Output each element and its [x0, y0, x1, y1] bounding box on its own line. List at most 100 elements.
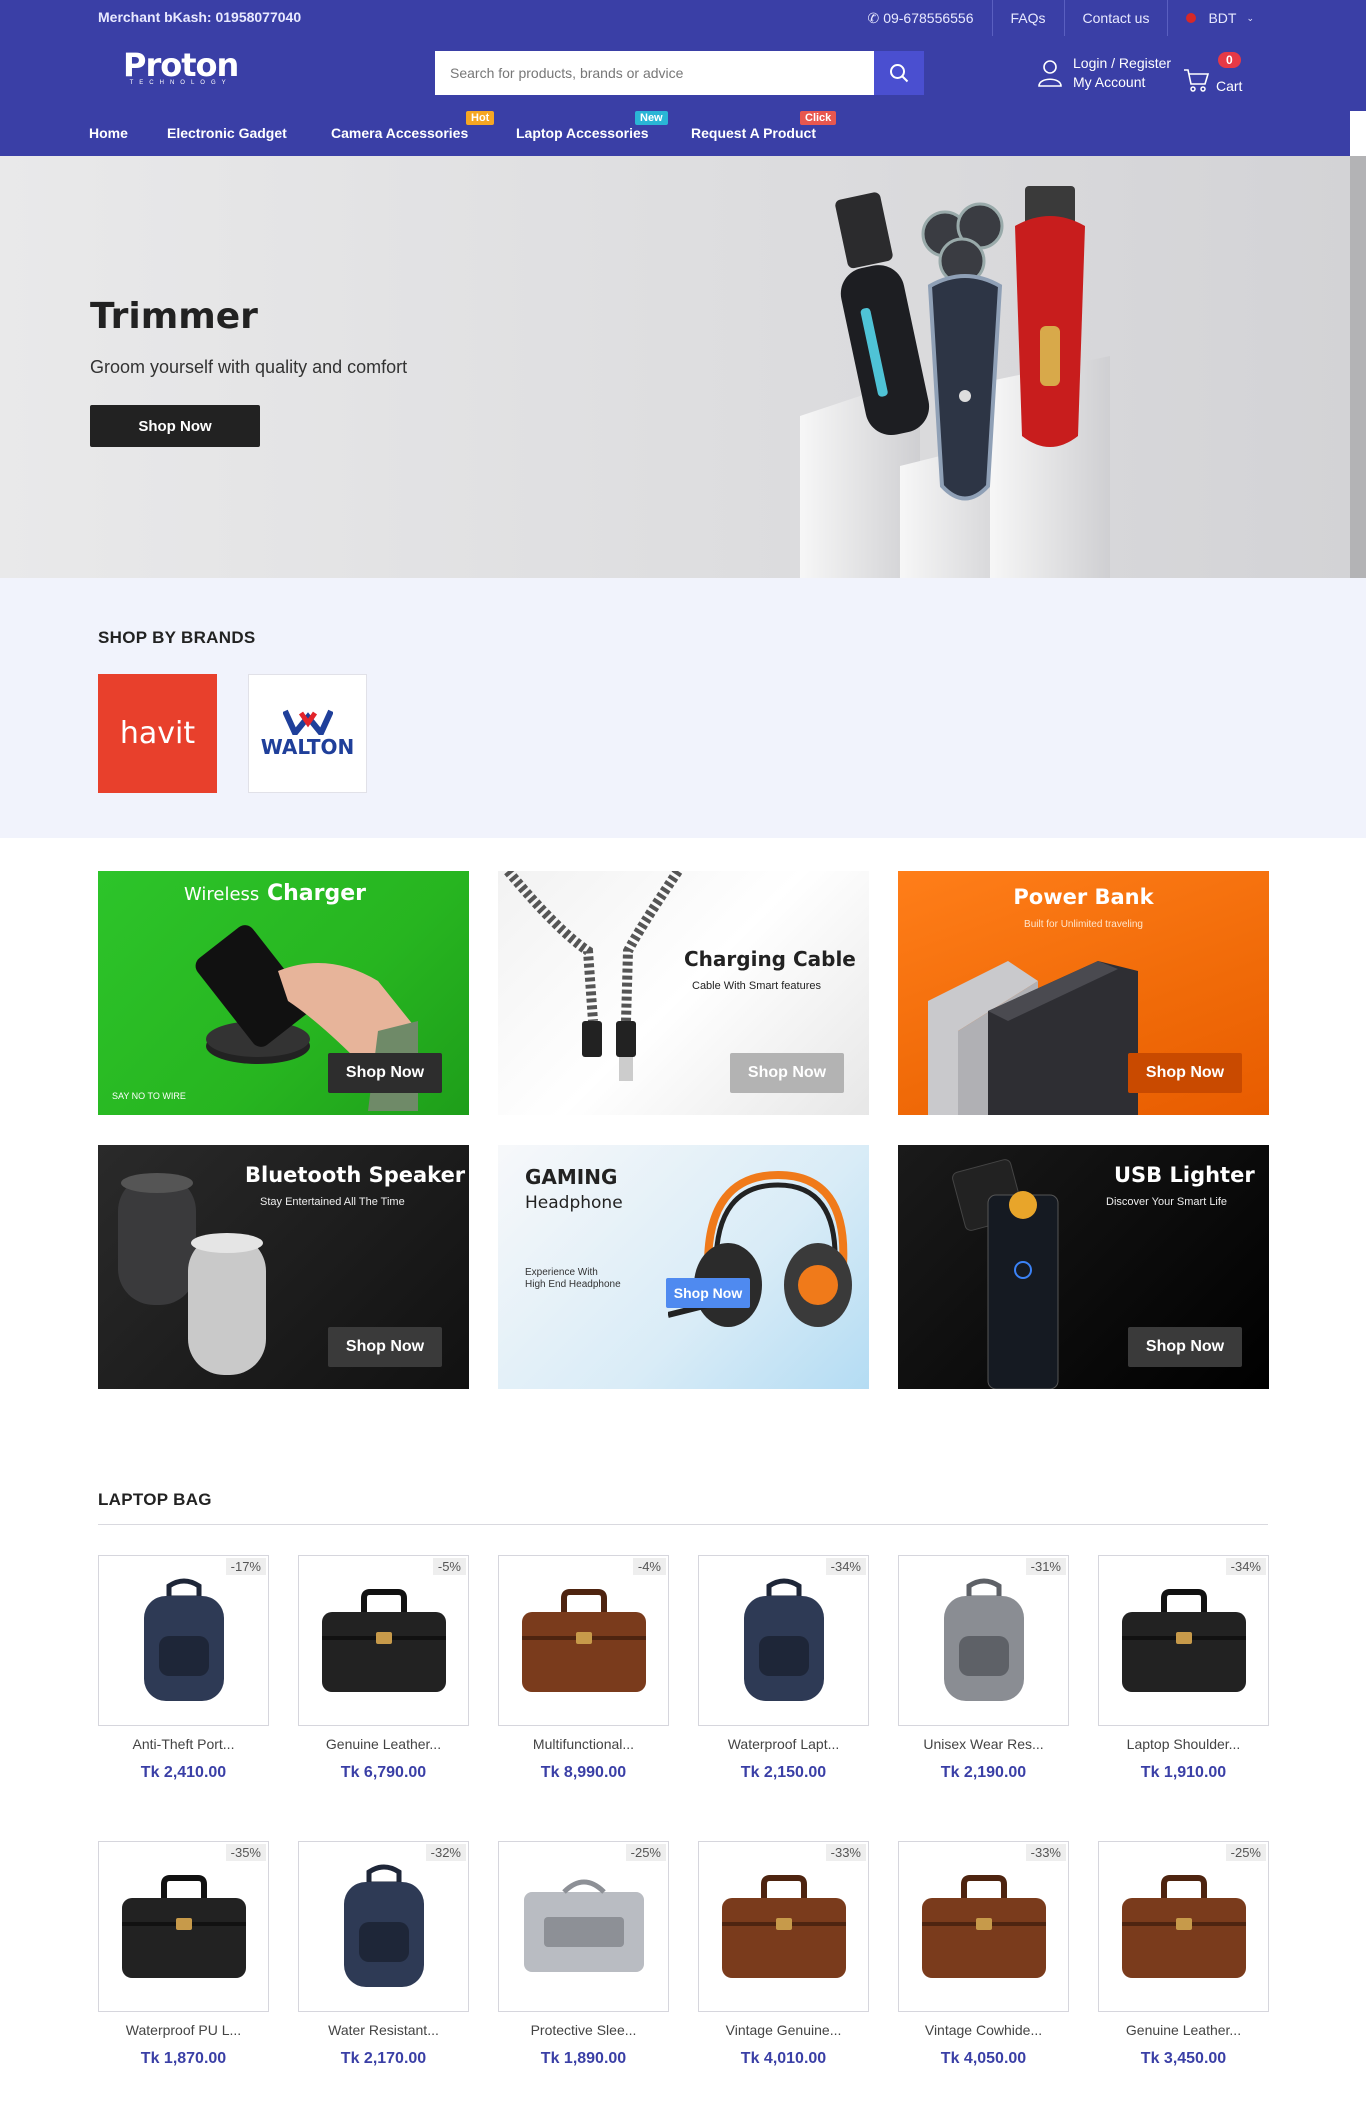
banner-shop-button[interactable]: Shop Now [1128, 1053, 1242, 1093]
brand-havit[interactable]: havit [98, 674, 217, 793]
banner-title: Charging Cable [684, 947, 856, 971]
product-price: Tk 2,410.00 [140, 1764, 227, 1781]
trimmer-products-image [800, 186, 1110, 578]
phone-link[interactable]: ✆ 09-678556556 [849, 0, 991, 36]
product-name[interactable]: Water Resistant... [298, 2022, 469, 2038]
banner-bluetooth-speaker[interactable]: Bluetooth Speaker Stay Entertained All T… [98, 1145, 469, 1389]
product-name[interactable]: Vintage Genuine... [698, 2022, 869, 2038]
product-price: Tk 3,450.00 [1140, 2050, 1227, 2067]
product-card[interactable]: -25% Protective Slee... Tk 1,890.00 [498, 1841, 669, 2068]
product-image[interactable]: -34% [698, 1555, 869, 1726]
currency-selector[interactable]: BDT ⌄ [1167, 0, 1272, 36]
hero-shop-button[interactable]: Shop Now [90, 405, 260, 447]
product-image[interactable]: -5% [298, 1555, 469, 1726]
banner-shop-button[interactable]: Shop Now [730, 1053, 844, 1093]
product-card[interactable]: -5% Genuine Leather... Tk 6,790.00 [298, 1555, 469, 1782]
product-card[interactable]: -34% Waterproof Lapt... Tk 2,150.00 [698, 1555, 869, 1782]
banner-gaming-headphone[interactable]: GAMING Headphone Experience With High En… [498, 1145, 869, 1389]
product-name[interactable]: Vintage Cowhide... [898, 2022, 1069, 2038]
banner-shop-button[interactable]: Shop Now [328, 1053, 442, 1093]
product-card[interactable]: -17% Anti-Theft Port... Tk 2,410.00 [98, 1555, 269, 1782]
product-card[interactable]: -33% Vintage Cowhide... Tk 4,050.00 [898, 1841, 1069, 2068]
product-price: Tk 8,990.00 [540, 1764, 627, 1781]
product-name[interactable]: Waterproof Lapt... [698, 1736, 869, 1752]
product-card[interactable]: -35% Waterproof PU L... Tk 1,870.00 [98, 1841, 269, 2068]
nav-camera-accessories[interactable]: Hot Camera Accessories [331, 111, 495, 141]
discount-badge: -33% [1025, 1844, 1066, 1861]
search-input[interactable] [435, 51, 874, 95]
discount-badge: -25% [625, 1844, 666, 1861]
site-header: Proton TECHNOLOGY Login / Register My Ac… [0, 36, 1366, 111]
account-link[interactable]: Login / Register My Account [1037, 54, 1171, 92]
product-name[interactable]: Genuine Leather... [1098, 2022, 1269, 2038]
sleeve-icon [523, 1879, 644, 1972]
banner-title: GAMING [525, 1165, 618, 1189]
product-image[interactable]: -25% [498, 1841, 669, 2012]
faqs-link[interactable]: FAQs [991, 0, 1064, 36]
phone-number: 09-678556556 [883, 10, 974, 26]
nav-request-product[interactable]: Click Request A Product [691, 111, 837, 141]
banner-note: SAY NO TO WIRE [112, 1091, 186, 1101]
banner-shop-button[interactable]: Shop Now [666, 1278, 750, 1308]
currency-label: BDT [1208, 10, 1237, 26]
product-image[interactable]: -35% [98, 1841, 269, 2012]
backpack-icon [143, 1578, 224, 1701]
search-button[interactable] [874, 51, 924, 95]
product-image[interactable]: -4% [498, 1555, 669, 1726]
product-card[interactable]: -31% Unisex Wear Res... Tk 2,190.00 [898, 1555, 1069, 1782]
backpack-icon [743, 1578, 824, 1701]
headphone-image [668, 1170, 852, 1327]
banner-power-bank[interactable]: Power Bank Built for Unlimited traveling… [898, 871, 1269, 1115]
product-image[interactable]: -34% [1098, 1555, 1269, 1726]
product-image[interactable]: -25% [1098, 1841, 1269, 2012]
nav-home[interactable]: Home [89, 125, 128, 141]
havit-logo: havit [119, 716, 196, 751]
banner-title-light: Wireless [184, 884, 260, 905]
brand-walton[interactable]: WALTON [248, 674, 367, 793]
nav-laptop-accessories[interactable]: New Laptop Accessories [516, 111, 668, 141]
product-name[interactable]: Protective Slee... [498, 2022, 669, 2038]
product-image[interactable]: -32% [298, 1841, 469, 2012]
product-card[interactable]: -4% Multifunctional... Tk 8,990.00 [498, 1555, 669, 1782]
product-name[interactable]: Genuine Leather... [298, 1736, 469, 1752]
banner-usb-lighter[interactable]: USB Lighter Discover Your Smart Life Sho… [898, 1145, 1269, 1389]
product-card[interactable]: -33% Vintage Genuine... Tk 4,010.00 [698, 1841, 869, 2068]
product-name[interactable]: Multifunctional... [498, 1736, 669, 1752]
product-image[interactable]: -33% [898, 1841, 1069, 2012]
product-image[interactable]: -33% [698, 1841, 869, 2012]
nav-electronic-gadget[interactable]: Electronic Gadget [167, 125, 287, 141]
product-card[interactable]: -32% Water Resistant... Tk 2,170.00 [298, 1841, 469, 2068]
briefcase-icon [1121, 1874, 1246, 1978]
banner-shop-button[interactable]: Shop Now [1128, 1327, 1242, 1367]
usb-lighter-image [952, 1159, 1059, 1389]
backpack-icon [943, 1578, 1024, 1701]
product-image[interactable]: -17% [98, 1555, 269, 1726]
banner-title: Power Bank [1013, 885, 1154, 909]
product-image[interactable]: -31% [898, 1555, 1069, 1726]
cart-button[interactable]: 0 Cart [1182, 52, 1242, 94]
product-price: Tk 6,790.00 [340, 1764, 427, 1781]
banner-subtitle: Stay Entertained All The Time [260, 1196, 405, 1208]
product-card[interactable]: -25% Genuine Leather... Tk 3,450.00 [1098, 1841, 1269, 2068]
contact-link[interactable]: Contact us [1063, 0, 1168, 36]
page-scrollbar[interactable] [1350, 156, 1366, 578]
banner-shop-button[interactable]: Shop Now [328, 1327, 442, 1367]
chevron-down-icon: ⌄ [1246, 12, 1254, 23]
nav-label: Request A Product [691, 125, 816, 141]
walton-logo-icon [282, 709, 333, 735]
product-name[interactable]: Waterproof PU L... [98, 2022, 269, 2038]
product-name[interactable]: Unisex Wear Res... [898, 1736, 1069, 1752]
product-card[interactable]: -34% Laptop Shoulder... Tk 1,910.00 [1098, 1555, 1269, 1782]
product-price: Tk 1,910.00 [1140, 1764, 1227, 1781]
section-divider [98, 1524, 1268, 1525]
discount-badge: -25% [1225, 1844, 1266, 1861]
hero-slider: Trimmer Groom yourself with quality and … [0, 156, 1350, 578]
discount-badge: -32% [425, 1844, 466, 1861]
banner-wireless-charger[interactable]: Wireless Charger SAY NO TO WIRE Shop Now [98, 871, 469, 1115]
product-name[interactable]: Anti-Theft Port... [98, 1736, 269, 1752]
site-logo[interactable]: Proton TECHNOLOGY [123, 48, 239, 86]
briefcase-icon [921, 1874, 1046, 1978]
product-name[interactable]: Laptop Shoulder... [1098, 1736, 1269, 1752]
brands-title: SHOP BY BRANDS [98, 628, 256, 647]
banner-charging-cable[interactable]: Charging Cable Cable With Smart features… [498, 871, 869, 1115]
